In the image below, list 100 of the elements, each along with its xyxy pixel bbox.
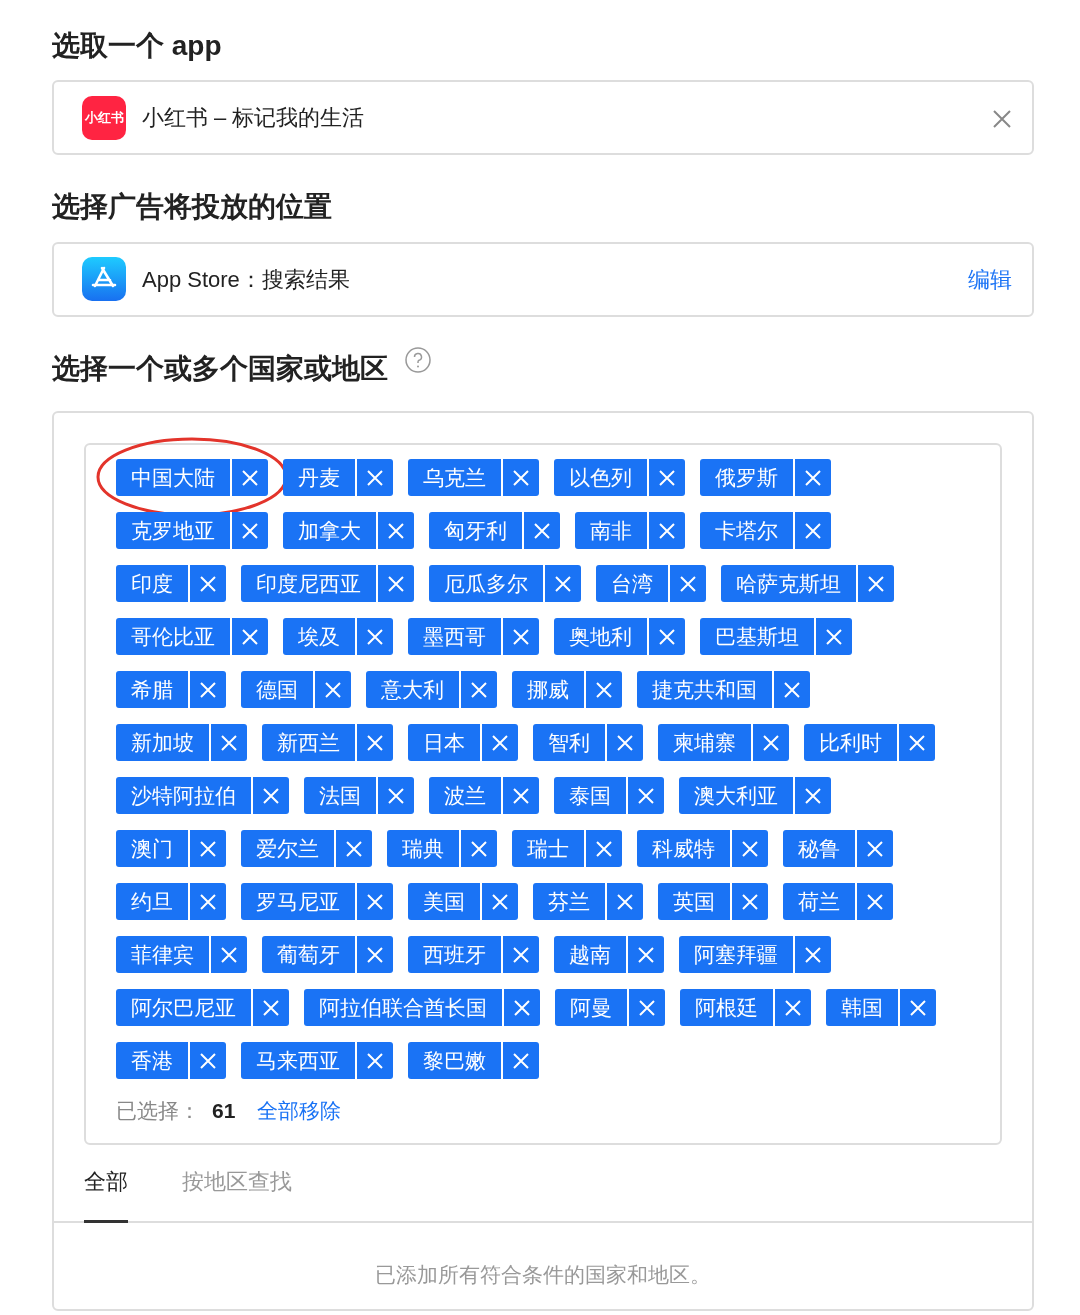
remove-button[interactable]	[793, 512, 831, 550]
tag-label: 芬兰	[533, 883, 605, 921]
close-icon	[387, 521, 405, 540]
help-icon[interactable]	[404, 345, 432, 374]
tag-label: 韩国	[826, 989, 898, 1027]
tag-label: 泰国	[554, 777, 626, 815]
remove-button[interactable]	[209, 724, 247, 762]
remove-button[interactable]	[584, 671, 622, 709]
close-icon	[637, 945, 655, 964]
close-icon	[470, 839, 488, 858]
remove-button[interactable]	[480, 724, 518, 762]
remove-button[interactable]	[459, 671, 497, 709]
close-icon	[345, 839, 363, 858]
remove-button[interactable]	[773, 989, 811, 1027]
tag-label: 荷兰	[783, 883, 855, 921]
remove-button[interactable]	[730, 883, 768, 921]
remove-button[interactable]	[188, 1042, 226, 1080]
remove-button[interactable]	[313, 671, 351, 709]
remove-button[interactable]	[188, 565, 226, 603]
remove-button[interactable]	[501, 618, 539, 656]
tag-label: 卡塔尔	[700, 512, 793, 550]
remove-button[interactable]	[355, 724, 393, 762]
remove-button[interactable]	[898, 989, 936, 1027]
remove-button[interactable]	[793, 777, 831, 815]
remove-button[interactable]	[251, 777, 289, 815]
remove-button[interactable]	[793, 936, 831, 974]
remove-button[interactable]	[376, 777, 414, 815]
remove-button[interactable]	[647, 512, 685, 550]
remove-button[interactable]	[188, 883, 226, 921]
remove-button[interactable]	[730, 830, 768, 868]
remove-button[interactable]	[584, 830, 622, 868]
remove-button[interactable]	[501, 936, 539, 974]
remove-button[interactable]	[793, 459, 831, 497]
remove-button[interactable]	[856, 565, 894, 603]
remove-button[interactable]	[627, 989, 665, 1027]
remove-button[interactable]	[376, 512, 414, 550]
close-icon	[616, 892, 634, 911]
tag-label: 越南	[554, 936, 626, 974]
remove-button[interactable]	[188, 671, 226, 709]
tag-label: 捷克共和国	[637, 671, 772, 709]
remove-button[interactable]	[355, 936, 393, 974]
edit-link[interactable]: 编辑	[968, 262, 1012, 296]
close-icon	[679, 574, 697, 593]
close-icon	[992, 108, 1012, 129]
tag-label: 菲律宾	[116, 936, 209, 974]
remove-button[interactable]	[772, 671, 810, 709]
tag-label: 台湾	[596, 565, 668, 603]
close-icon	[199, 1051, 217, 1070]
remove-button[interactable]	[230, 618, 268, 656]
remove-button[interactable]	[230, 512, 268, 550]
remove-button[interactable]	[355, 883, 393, 921]
tag-label: 澳大利亚	[679, 777, 793, 815]
remove-button[interactable]	[605, 724, 643, 762]
remove-button[interactable]	[188, 830, 226, 868]
close-icon	[366, 1051, 384, 1070]
remove-button[interactable]	[626, 777, 664, 815]
close-icon	[866, 839, 884, 858]
empty-message: 已添加所有符合条件的国家和地区。	[374, 1261, 712, 1288]
remove-button[interactable]	[355, 618, 393, 656]
remove-button[interactable]	[855, 883, 893, 921]
tag-label: 南非	[575, 512, 647, 550]
remove-button[interactable]	[501, 777, 539, 815]
close-icon	[804, 945, 822, 964]
remove-button[interactable]	[209, 936, 247, 974]
section-heading: 选择广告将投放的位置	[52, 190, 333, 225]
remove-button[interactable]	[230, 459, 268, 497]
remove-button[interactable]	[897, 724, 935, 762]
remove-all-link[interactable]: 全部移除	[257, 1095, 342, 1127]
tag-label: 黎巴嫩	[408, 1042, 501, 1080]
remove-button[interactable]	[855, 830, 893, 868]
close-icon	[387, 786, 405, 805]
remove-button[interactable]	[647, 459, 685, 497]
app-store-icon	[82, 257, 126, 302]
remove-button[interactable]	[626, 936, 664, 974]
remove-button[interactable]	[751, 724, 789, 762]
tab[interactable]: 全部	[84, 1144, 128, 1223]
remove-button[interactable]	[376, 565, 414, 603]
close-icon	[909, 998, 927, 1017]
remove-button[interactable]	[251, 989, 289, 1027]
tag-label: 墨西哥	[408, 618, 501, 656]
remove-button[interactable]	[522, 512, 560, 550]
close-icon	[512, 1051, 530, 1070]
remove-button[interactable]	[668, 565, 706, 603]
tag-label: 德国	[241, 671, 313, 709]
remove-button[interactable]	[501, 459, 539, 497]
remove-button[interactable]	[355, 459, 393, 497]
remove-button[interactable]	[647, 618, 685, 656]
remove-button[interactable]	[459, 830, 497, 868]
remove-button[interactable]	[334, 830, 372, 868]
remove-button[interactable]	[543, 565, 581, 603]
remove-button[interactable]	[480, 883, 518, 921]
close-icon	[512, 468, 530, 487]
remove-button[interactable]	[605, 883, 643, 921]
tab[interactable]: 按地区查找	[182, 1144, 292, 1223]
remove-button[interactable]	[814, 618, 852, 656]
close-icon	[199, 574, 217, 593]
remove-button[interactable]	[355, 1042, 393, 1080]
tag-label: 沙特阿拉伯	[116, 777, 251, 815]
remove-button[interactable]	[501, 1042, 539, 1080]
remove-button[interactable]	[502, 989, 540, 1027]
